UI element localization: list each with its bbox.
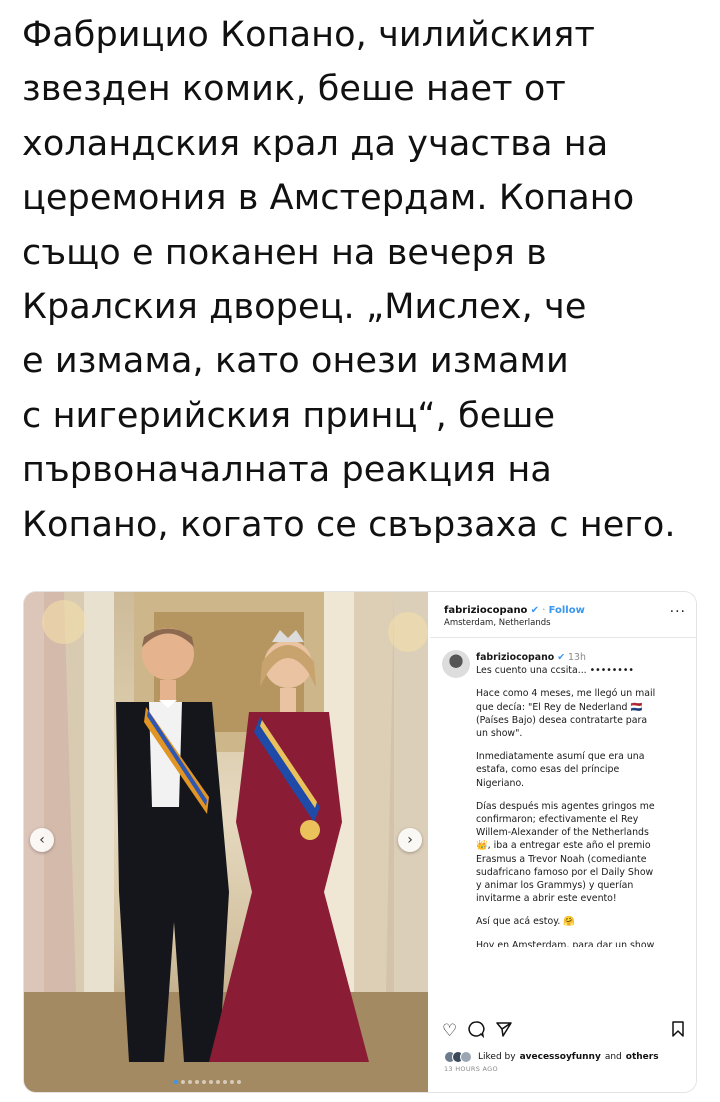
- caption-time: 13h: [568, 652, 586, 663]
- liker-avatars: [444, 1051, 472, 1063]
- instagram-post-panel: fabriziocopano ✔ · Follow Amsterdam, Net…: [430, 592, 696, 1092]
- caption-line: estafa, como esas del príncipe: [476, 764, 620, 776]
- carousel-dot: [230, 1080, 234, 1084]
- caption-line: Días después mis agentes gringos me: [476, 800, 655, 812]
- carousel-dot: [202, 1080, 206, 1084]
- follow-button[interactable]: Follow: [549, 605, 585, 616]
- location-link[interactable]: Amsterdam, Netherlands: [444, 617, 585, 630]
- caption-line: Nigeriano.: [476, 777, 525, 789]
- post-line: Кралския дворец. „Мислех, че: [22, 287, 587, 328]
- caption-fade: [430, 994, 696, 1008]
- liked-by-and: and: [604, 1052, 622, 1062]
- post-timestamp: 13 HOURS AGO: [444, 1065, 498, 1073]
- liked-by-others[interactable]: others: [626, 1052, 659, 1062]
- caption-line: Hoy en Amsterdam, para dar un show: [476, 939, 655, 947]
- post-line: също е поканен на вечеря в: [22, 232, 547, 273]
- carousel-dot: [223, 1080, 227, 1084]
- liked-by-user[interactable]: avecessoyfunny: [520, 1052, 601, 1062]
- post-text: Фабрицио Копано, чилийският звезден коми…: [22, 8, 712, 552]
- caption-line: Inmediatamente asumí que era una: [476, 751, 645, 763]
- more-icon[interactable]: ···: [670, 604, 686, 620]
- post-line: първоначалната реакция на: [22, 450, 552, 491]
- instagram-embed-card[interactable]: ‹ › fabriziocopano ✔ · Follow Amsterdam,…: [24, 592, 696, 1092]
- action-bar: ♡: [442, 1020, 686, 1042]
- caption-username[interactable]: fabriziocopano: [476, 652, 554, 663]
- post-line: звезден комик, беше нает от: [22, 69, 566, 110]
- carousel-dots: [174, 1080, 241, 1084]
- caption-line: Willem-Alexander of the Netherlands: [476, 827, 649, 839]
- caption-line: invitarme a abrir este evento!: [476, 893, 617, 905]
- carousel-dot: [216, 1080, 220, 1084]
- carousel-dot: [188, 1080, 192, 1084]
- post-line: Фабрицио Копано, чилийският: [22, 15, 595, 55]
- carousel-next-button[interactable]: ›: [398, 828, 422, 852]
- header-divider: [430, 637, 696, 638]
- carousel-dot: [174, 1080, 178, 1084]
- post-line: церемония в Амстердам. Копано: [22, 178, 635, 219]
- caption-line: Les cuento una ccsita... ••••••••: [476, 665, 634, 677]
- post-line: е измама, като онези измами: [22, 341, 569, 382]
- carousel-dot: [209, 1080, 213, 1084]
- liked-by-prefix: Liked by: [478, 1052, 516, 1062]
- carousel-prev-button[interactable]: ‹: [30, 828, 54, 852]
- caption-line: Hace como 4 meses, me llegó un mail: [476, 688, 656, 700]
- caption-line: 👑, iba a entregar este año el premio: [476, 840, 651, 852]
- likes-summary[interactable]: Liked by avecessoyfunny and others: [444, 1051, 659, 1063]
- carousel-dot: [181, 1080, 185, 1084]
- post-line: с нигерийския принц“, беше: [22, 395, 556, 436]
- caption-line: y animar los Grammys) y querían: [476, 880, 634, 892]
- portrait-illustration: [24, 592, 428, 1092]
- carousel-dot: [195, 1080, 199, 1084]
- caption-line: un show".: [476, 728, 523, 740]
- caption-line: que decía: "El Rey de Nederland 🇳🇱: [476, 701, 643, 713]
- share-icon[interactable]: [495, 1020, 513, 1043]
- post-line: Копано, когато се свързаха с него.: [22, 504, 676, 545]
- caption-line: confirmaron; efectivamente el Rey: [476, 814, 639, 826]
- heart-icon[interactable]: ♡: [442, 1021, 457, 1041]
- post-caption: fabriziocopano ✔ 13h Les cuento una ccsi…: [476, 651, 688, 957]
- avatar[interactable]: [442, 650, 470, 678]
- carousel-dot: [237, 1080, 241, 1084]
- caption-line: Erasmus a Trevor Noah (comediante: [476, 853, 647, 865]
- caption-line: Así que acá estoy. 🤗: [476, 916, 576, 928]
- caption-line: sudafricano famoso por el Daily Show: [476, 866, 654, 878]
- caption-line: (Países Bajo) desea contratarte para: [476, 714, 648, 726]
- verified-icon: ✔: [557, 652, 566, 663]
- post-line: холандския крал да участва на: [22, 123, 609, 164]
- royal-portrait-photo[interactable]: ‹ ›: [24, 592, 428, 1092]
- post-header: fabriziocopano ✔ · Follow Amsterdam, Net…: [444, 604, 585, 630]
- header-username[interactable]: fabriziocopano: [444, 605, 527, 616]
- verified-icon: ✔: [530, 605, 540, 616]
- bookmark-icon[interactable]: [670, 1020, 686, 1043]
- comment-icon[interactable]: [467, 1020, 485, 1043]
- separator-dot: ·: [542, 605, 546, 616]
